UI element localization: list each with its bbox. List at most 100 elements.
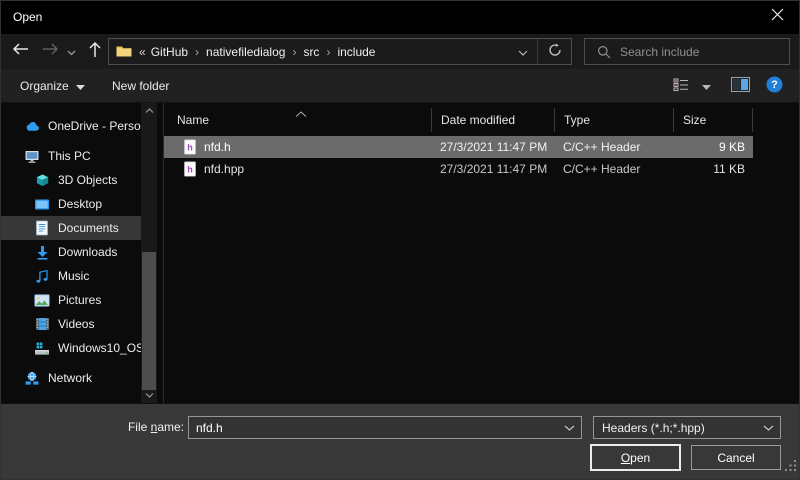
chevron-down-icon [756,425,780,431]
help-icon: ? [766,76,783,96]
search-box [584,38,790,65]
title-bar: Open [0,0,800,34]
resize-grip[interactable] [785,459,797,477]
file-name-cell: h nfd.h [164,139,431,155]
views-chevron-button[interactable] [696,69,716,102]
address-bar[interactable]: «GitHub›nativefiledialog›src›include [108,38,572,65]
monitor-icon [24,148,40,164]
picture-icon [34,292,50,308]
chevron-down-icon [518,43,528,61]
scroll-up-button[interactable] [141,103,157,118]
file-name-text: nfd.h [204,140,231,154]
new-folder-button[interactable]: New folder [112,69,169,102]
size-cell: 9 KB [673,140,753,154]
refresh-button[interactable] [537,39,571,64]
drive-windows-icon [34,340,50,356]
svg-text:h: h [187,165,193,175]
music-note-icon [34,268,50,284]
refresh-icon [548,43,562,60]
chevron-down-icon[interactable] [557,425,581,431]
search-icon [597,45,611,59]
file-row-nfd-hpp[interactable]: hnfd.hpp27/3/2021 11:47 PMC/C++ Header11… [164,158,753,180]
preview-pane-button[interactable] [726,69,754,102]
details-view-icon [673,78,689,94]
views-button[interactable] [668,69,694,102]
search-input[interactable] [620,45,789,59]
cancel-button[interactable]: Cancel [691,445,781,470]
main-area: OneDrive - Persor This PC 3D Objects Deskto… [0,103,800,403]
sidebar-item-label: Downloads [58,245,117,259]
sidebar-item-windows10-os[interactable]: Windows10_OS ( [0,336,141,360]
file-type-value: Headers (*.h;*.hpp) [594,421,756,435]
file-name-label: File name: [84,420,184,434]
breadcrumb-separator-icon: › [288,45,300,59]
back-arrow-icon [12,42,29,61]
forward-arrow-icon [42,42,59,61]
breadcrumb-segment-nativefiledialog[interactable]: nativefiledialog [203,45,288,59]
sidebar-item-documents[interactable]: Documents [0,216,141,240]
onedrive-cloud-icon [24,118,40,134]
forward-button[interactable] [36,34,64,69]
column-header-type[interactable]: Type [554,108,673,132]
help-button[interactable]: ? [760,69,788,102]
open-button[interactable]: Open [590,444,681,471]
breadcrumb-separator-icon: › [322,45,334,59]
sidebar-scrollbar[interactable] [141,103,157,403]
column-header-date-modified[interactable]: Date modified [431,108,554,132]
address-dropdown-button[interactable] [508,39,537,64]
sidebar-item-label: Videos [58,317,94,331]
navigation-row: «GitHub›nativefiledialog›src›include [0,34,800,69]
sidebar-item-label: Music [58,269,89,283]
breadcrumb-segment-github[interactable]: GitHub [148,45,191,59]
sidebar-item-label: 3D Objects [58,173,117,187]
up-button[interactable] [82,34,108,69]
organize-label: Organize [20,79,69,93]
date-modified-cell: 27/3/2021 11:47 PM [431,162,554,176]
close-icon [771,8,784,26]
file-type-dropdown[interactable]: Headers (*.h;*.hpp) [593,416,781,439]
navigation-pane: OneDrive - Persor This PC 3D Objects Deskto… [0,103,163,403]
h-file-icon: h [183,161,197,177]
breadcrumb-root-collapsed[interactable]: « [138,45,148,59]
svg-text:?: ? [771,79,778,91]
sort-ascending-icon [295,104,307,122]
sidebar-item-desktop[interactable]: Desktop [0,192,141,216]
file-name-text: nfd.hpp [204,162,244,176]
sidebar-item-label: Documents [58,221,119,235]
sidebar-item-onedrive-persor[interactable]: OneDrive - Persor [0,114,141,138]
file-row-nfd-h[interactable]: hnfd.h27/3/2021 11:47 PMC/C++ Header9 KB [164,136,753,158]
file-name-combobox [188,416,582,439]
sidebar-item-3d-objects[interactable]: 3D Objects [0,168,141,192]
breadcrumb-segment-include[interactable]: include [334,45,378,59]
window-title: Open [13,10,42,24]
recent-locations-button[interactable] [62,34,80,69]
file-list: NameDate modifiedTypeSize h nfd.h 27/3/202… [163,103,800,403]
file-name-cell: h nfd.hpp [164,161,431,177]
triangle-down-icon [76,79,85,93]
close-button[interactable] [754,0,800,34]
breadcrumb-separator-icon: › [191,45,203,59]
breadcrumb-segment-src[interactable]: src [300,45,322,59]
sidebar-item-this-pc[interactable]: This PC [0,144,141,168]
document-icon [34,220,50,236]
sidebar-item-music[interactable]: Music [0,264,141,288]
file-name-input[interactable] [189,421,557,435]
sidebar-item-network[interactable]: Network [0,366,141,390]
sidebar-item-videos[interactable]: Videos [0,312,141,336]
download-arrow-icon [34,244,50,260]
column-headers: NameDate modifiedTypeSize [164,103,800,136]
up-arrow-icon [88,41,102,63]
scrollbar-thumb[interactable] [142,252,156,390]
organize-button[interactable]: Organize [20,69,85,102]
column-header-size[interactable]: Size [673,108,753,132]
chevron-down-icon [67,43,76,61]
sidebar-item-pictures[interactable]: Pictures [0,288,141,312]
size-cell: 11 KB [673,162,753,176]
sidebar-item-downloads[interactable]: Downloads [0,240,141,264]
h-file-icon: h [183,139,197,155]
scroll-down-button[interactable] [141,388,157,403]
desktop-icon [34,196,50,212]
date-modified-cell: 27/3/2021 11:47 PM [431,140,554,154]
back-button[interactable] [6,34,34,69]
svg-text:h: h [187,143,193,153]
